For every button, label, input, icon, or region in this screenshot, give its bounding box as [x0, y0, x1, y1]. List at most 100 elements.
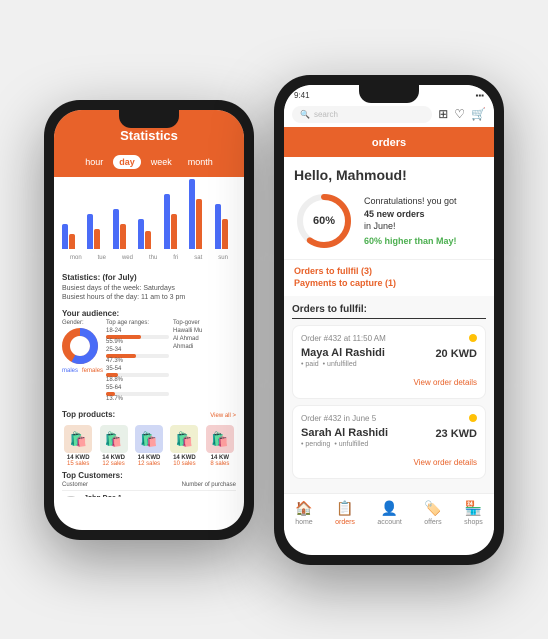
status-time: 9:41	[294, 91, 310, 100]
customer-avatar: 👤	[62, 496, 80, 497]
bar-blue	[113, 209, 119, 249]
chart-label: fri	[173, 255, 178, 261]
nav-label-shops: shops	[464, 519, 483, 526]
age-row: 55-64 13.7%	[106, 385, 169, 402]
bar-orange	[69, 234, 75, 249]
age-bars: 18-24 55.9% 25-34 47.3% 35-54 18.8% 55-6…	[106, 328, 169, 402]
search-icon: 🔍	[300, 110, 310, 119]
bar-blue	[189, 179, 195, 249]
age-row: 25-34 47.3%	[106, 347, 169, 364]
order-1-date: Order #432 at 11:50 AM	[301, 334, 386, 343]
customers-table-header: Customer Number of purchase	[62, 482, 236, 491]
nav-icon-shops: 🏪	[465, 500, 482, 517]
order-2-amount: 23 KWD	[435, 428, 477, 440]
header-icons: ⊞ ♡ 🛒	[438, 107, 486, 121]
bar-group	[215, 204, 236, 249]
nav-label-account: account	[377, 519, 402, 526]
top-products-header: Top products: View all >	[62, 410, 236, 421]
gov-item: Al Ahmad	[173, 336, 236, 342]
greeting-card: 60% Conratulations! you got 45 new order…	[294, 191, 484, 251]
bar-orange	[94, 229, 100, 249]
higher-text: 60% higher than May!	[364, 236, 484, 246]
tab-month[interactable]: month	[182, 155, 219, 169]
bar-group	[138, 219, 159, 249]
stats-busiest-days: Busiest days of the week: Saturdays Busi…	[62, 284, 236, 304]
order-card-2: Order #432 in June 5 Sarah Al Rashidi 23…	[292, 405, 486, 479]
customer-info: John Doe 1 Total spent to date 120 KWD	[84, 495, 224, 496]
nav-icon-offers: 🏷️	[424, 500, 441, 517]
bar-group	[87, 214, 108, 249]
chart-labels: montuewedthufrisatsun	[62, 255, 236, 261]
search-placeholder: search	[314, 110, 338, 119]
order-2-status-dot	[469, 414, 477, 422]
bar-blue	[215, 204, 221, 249]
bottom-nav: 🏠 home 📋 orders 👤 account 🏷️ offers 🏪 sh…	[284, 493, 494, 530]
top-customers-section: Top Customers: Customer Number of purcha…	[62, 471, 236, 496]
search-bar: 🔍 search ⊞ ♡ 🛒	[284, 102, 494, 127]
donut-percentage: 60%	[313, 215, 335, 227]
heart-icon[interactable]: ♡	[454, 107, 465, 121]
age-ranges: Top age ranges: 18-24 55.9% 25-34 47.3% …	[106, 320, 169, 404]
audience-title: Your audience:	[62, 309, 236, 318]
bar-orange	[171, 214, 177, 249]
product-item: 🛍️ 14 KWD 12 sales	[133, 425, 165, 467]
order-1-name: Maya Al Rashidi	[301, 347, 385, 359]
product-item: 🛍️ 14 KWD 12 sales	[97, 425, 129, 467]
nav-icon-orders: 📋	[336, 500, 353, 517]
bar-group	[113, 209, 134, 249]
left-screen: Statistics hour day week month montuewed…	[54, 110, 244, 530]
nav-item-offers[interactable]: 🏷️ offers	[424, 500, 441, 526]
order-card-1: Order #432 at 11:50 AM Maya Al Rashidi 2…	[292, 325, 486, 399]
greeting-section: Hello, Mahmoud! 60% Conratulations! you …	[284, 157, 494, 259]
bar-orange	[196, 199, 202, 249]
nav-label-offers: offers	[424, 519, 441, 526]
audience-section: Your audience: Gender: males females	[62, 309, 236, 404]
nav-icon-account: 👤	[381, 500, 398, 517]
bar-blue	[87, 214, 93, 249]
top-products-section: Top products: View all > 🛍️ 14 KWD 15 sa…	[62, 410, 236, 467]
tab-week[interactable]: week	[145, 155, 178, 169]
nav-item-orders[interactable]: 📋 orders	[335, 500, 355, 526]
order-2-view-link[interactable]: View order details	[414, 458, 477, 467]
nav-icon-home: 🏠	[295, 500, 312, 517]
order-2-name: Sarah Al Rashidi	[301, 427, 388, 439]
nav-label-orders: orders	[335, 519, 355, 526]
chart-label: sat	[194, 255, 202, 261]
progress-donut: 60%	[294, 191, 354, 251]
view-all-link[interactable]: View all >	[210, 413, 236, 419]
cart-icon[interactable]: 🛒	[471, 107, 486, 121]
tab-day[interactable]: day	[113, 155, 141, 169]
left-phone: Statistics hour day week month montuewed…	[44, 100, 254, 540]
stats-for-july: Statistics: (for July)	[62, 273, 236, 282]
bar-group	[62, 224, 83, 249]
orders-title-bar: orders	[284, 127, 494, 157]
age-row: 18-24 55.9%	[106, 328, 169, 345]
time-tabs: hour day week month	[54, 151, 244, 177]
gender-donut: Gender: males females	[62, 320, 102, 374]
order-1-amount: 20 KWD	[435, 348, 477, 360]
payments-capture-link[interactable]: Payments to capture (1)	[294, 278, 484, 288]
bar-group	[164, 194, 185, 249]
order-1-status-dot	[469, 334, 477, 342]
left-notch	[119, 110, 179, 128]
bar-orange	[145, 231, 151, 249]
orders-fullfil-link[interactable]: Orders to fullfil (3)	[294, 266, 484, 276]
grid-icon[interactable]: ⊞	[438, 107, 448, 121]
order-2-tags: pending unfulfilled	[301, 441, 477, 448]
gov-item: Hawalli Mu	[173, 328, 236, 334]
search-input-wrap[interactable]: 🔍 search	[292, 106, 432, 123]
nav-item-account[interactable]: 👤 account	[377, 500, 402, 526]
order-1-view-link[interactable]: View order details	[414, 378, 477, 387]
tab-hour[interactable]: hour	[79, 155, 109, 169]
audience-row: Gender: males females	[62, 320, 236, 404]
product-item: 🛍️ 14 KWD 10 sales	[168, 425, 200, 467]
product-item: 🛍️ 14 KW 8 sales	[204, 425, 236, 467]
quick-links: Orders to fullfil (3) Payments to captur…	[284, 259, 494, 296]
greeting-text-block: Conratulations! you got 45 new orders in…	[364, 195, 484, 246]
nav-item-home[interactable]: 🏠 home	[295, 500, 313, 526]
stats-content: Statistics: (for July) Busiest days of t…	[54, 267, 244, 497]
status-battery: ▪▪▪	[475, 91, 484, 100]
nav-item-shops[interactable]: 🏪 shops	[464, 500, 483, 526]
top-customers-title: Top Customers:	[62, 471, 236, 480]
right-screen: 9:41 ▪▪▪ 🔍 search ⊞ ♡ 🛒 orders	[284, 85, 494, 555]
